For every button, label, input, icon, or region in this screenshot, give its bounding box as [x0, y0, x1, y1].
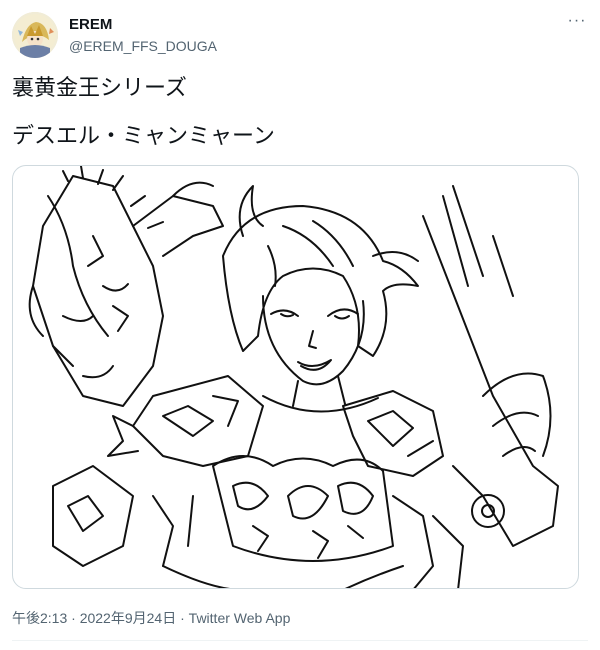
- meta-separator: ·: [176, 610, 189, 626]
- tweet: EREM @EREM_FFS_DOUGA ··· 裏黄金王シリーズ デスエル・ミ…: [0, 0, 600, 650]
- display-name[interactable]: EREM: [69, 16, 112, 33]
- avatar[interactable]: [12, 12, 58, 58]
- tweet-header: EREM @EREM_FFS_DOUGA ···: [12, 10, 588, 60]
- meta-separator: ·: [67, 610, 80, 626]
- more-options-icon[interactable]: ···: [566, 13, 588, 34]
- tweet-text: 裏黄金王シリーズ デスエル・ミャンミャーン: [12, 76, 588, 150]
- tweet-image[interactable]: [12, 165, 579, 589]
- tweet-time[interactable]: 午後2:13: [12, 610, 67, 626]
- tweet-text-line: デスエル・ミャンミャーン: [12, 124, 275, 149]
- user-handle[interactable]: @EREM_FFS_DOUGA: [69, 38, 217, 54]
- tweet-metadata: 午後2:13 · 2022年9月24日 · Twitter Web App: [12, 608, 290, 628]
- tweet-source[interactable]: Twitter Web App: [189, 610, 291, 626]
- tweet-text-line: 裏黄金王シリーズ: [12, 76, 187, 101]
- tweet-date[interactable]: 2022年9月24日: [80, 610, 177, 626]
- divider: [12, 640, 588, 641]
- avatar-image: [12, 12, 58, 58]
- line-art-illustration: [28, 166, 559, 588]
